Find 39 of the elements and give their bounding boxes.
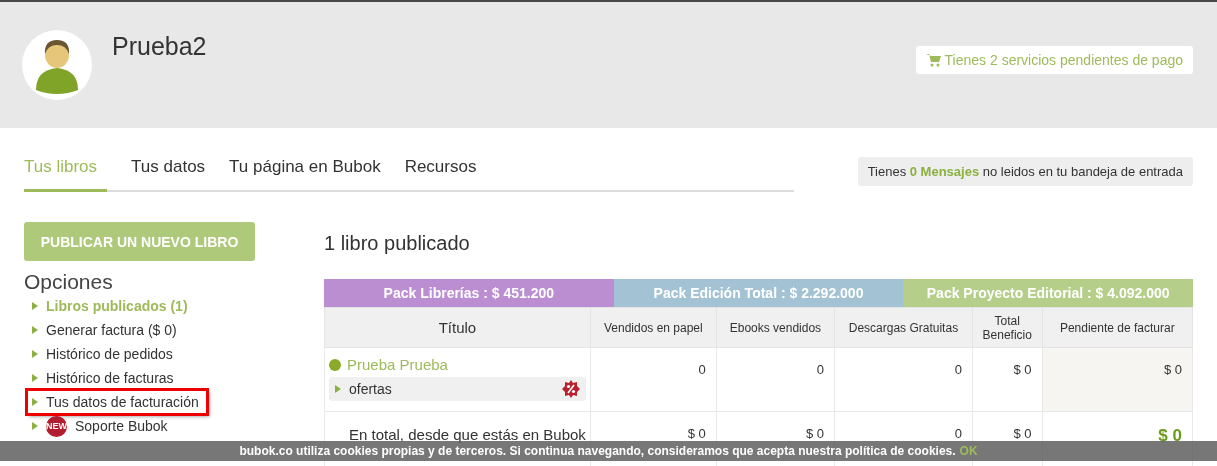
discount-icon: [561, 380, 580, 398]
column-header: Total Beneficio: [972, 307, 1043, 348]
arrow-icon: [32, 326, 38, 334]
table-cell: $ 0: [1042, 347, 1193, 412]
pack-banner: Pack Edición Total : $ 2.292.000: [613, 279, 904, 307]
menu-item[interactable]: Generar factura ($ 0): [24, 318, 177, 342]
cart-icon: [925, 53, 941, 67]
pack-banner: Pack Proyecto Editorial : $ 4.092.000: [903, 279, 1193, 307]
menu-item[interactable]: NEW Soporte Bubok: [24, 414, 168, 438]
new-tag: NEW: [46, 415, 67, 437]
arrow-icon: [32, 302, 38, 310]
arrow-icon: [32, 398, 38, 406]
table-cell: 0: [834, 347, 973, 412]
total-label: En total, desde que estás en Bubok: [348, 426, 586, 443]
table-cell: 0: [716, 347, 835, 412]
options-heading: Opciones: [24, 270, 114, 294]
menu-item[interactable]: Tus datos de facturación: [27, 390, 207, 414]
column-header: Título: [324, 307, 591, 348]
column-header: Pendiente de facturar: [1042, 307, 1193, 348]
column-header: Vendidos en papel: [590, 307, 717, 348]
menu-item[interactable]: Histórico de pedidos: [24, 342, 173, 366]
column-header: Descargas Gratuitas: [834, 307, 973, 348]
arrow-icon: [32, 350, 38, 358]
offers-item[interactable]: ofertas: [329, 377, 586, 401]
column-header: Ebooks vendidos: [716, 307, 835, 348]
tab[interactable]: Recursos: [404, 155, 477, 192]
arrow-icon: [335, 385, 341, 393]
pack-banner: Pack Librerías : $ 451.200: [324, 279, 614, 307]
table-cell: 0: [590, 347, 717, 412]
arrow-icon: [32, 374, 38, 382]
user-name: Prueba2: [112, 32, 207, 61]
table-cell: $ 0: [972, 347, 1043, 412]
books-count: 1 libro publicado: [324, 232, 471, 255]
menu-item[interactable]: Histórico de facturas: [24, 366, 174, 390]
messages-notice: Tienes 0 Mensajes no leidos en tu bandeja de entrada: [857, 157, 1193, 186]
arrow-icon: [32, 422, 38, 430]
avatar-icon: [22, 30, 92, 100]
tab[interactable]: Tus datos: [131, 155, 206, 192]
tab[interactable]: Tu página en Bubok: [229, 155, 381, 192]
